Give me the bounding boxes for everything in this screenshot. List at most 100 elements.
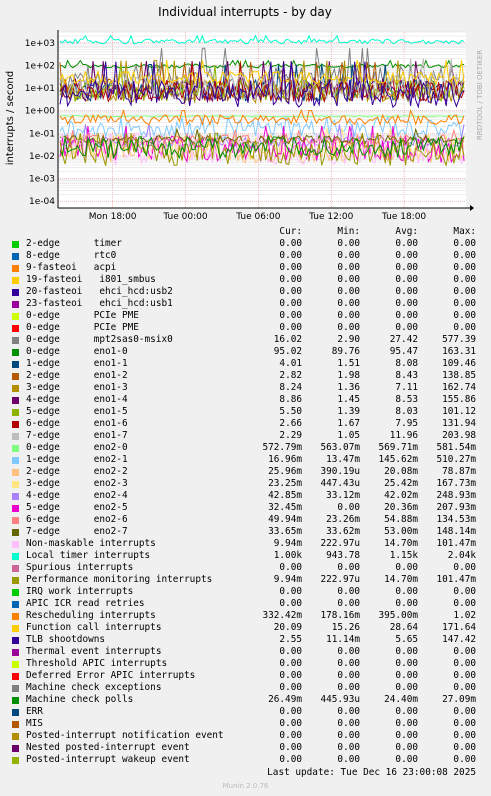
legend-swatch <box>12 336 19 344</box>
legend-swatch <box>12 348 19 356</box>
y-tick-label: 1e-02 <box>29 152 55 162</box>
legend-max: 171.64 <box>442 622 476 633</box>
x-tick-label: Tue 12:00 <box>308 212 353 222</box>
legend-max: 147.42 <box>442 634 476 645</box>
legend-row: 2-edge timer 0.00 0.00 0.00 0.00 <box>12 238 482 250</box>
legend-avg: 0.00 <box>395 586 418 597</box>
legend-swatch <box>12 684 19 692</box>
legend-cur: 49.94m <box>268 514 302 525</box>
legend-cur: 20.09 <box>273 622 302 633</box>
legend-swatch <box>12 444 19 452</box>
legend-max: 0.00 <box>453 682 476 693</box>
legend-swatch <box>12 744 19 752</box>
legend-name: 2-edge timer <box>26 238 122 249</box>
legend-max: 207.93m <box>436 502 476 513</box>
legend-row: 0-edge eno1-0 95.02 89.76 95.47 163.31 <box>12 346 482 358</box>
legend-avg: 0.00 <box>395 598 418 609</box>
legend-avg: 5.65 <box>395 634 418 645</box>
legend-min: 447.43u <box>320 478 360 489</box>
legend-max: 0.00 <box>453 310 476 321</box>
legend-cur: 2.66 <box>279 418 302 429</box>
legend-max: 0.00 <box>453 274 476 285</box>
legend-swatch <box>12 564 19 572</box>
legend-cur: 9.94m <box>273 538 302 549</box>
legend-swatch <box>12 648 19 656</box>
legend-swatch <box>12 456 19 464</box>
legend-cur: 8.24 <box>279 382 302 393</box>
legend-name: 5-edge eno1-5 <box>26 406 128 417</box>
legend-name: 6-edge eno2-6 <box>26 514 128 525</box>
col-cur: Cur: <box>279 226 302 237</box>
legend-avg: 8.43 <box>395 370 418 381</box>
legend-cur: 8.86 <box>279 394 302 405</box>
legend-min: 390.19u <box>320 466 360 477</box>
legend-name: Local timer interrupts <box>26 550 151 561</box>
legend-max: 0.00 <box>453 586 476 597</box>
legend-cur: 0.00 <box>279 598 302 609</box>
legend-min: 11.14m <box>326 634 360 645</box>
legend-row: 0-edge eno2-0 572.79m 563.07m 569.71m 581.54… <box>12 442 482 454</box>
legend-min: 1.45 <box>337 394 360 405</box>
legend-name: 3-edge eno2-3 <box>26 478 128 489</box>
legend-avg: 54.88m <box>384 514 418 525</box>
legend-min: 0.00 <box>337 742 360 753</box>
legend-swatch <box>12 552 19 560</box>
legend-avg: 27.42 <box>389 334 418 345</box>
legend-min: 0.00 <box>337 322 360 333</box>
legend-min: 0.00 <box>337 754 360 765</box>
legend-avg: 14.70m <box>384 574 418 585</box>
x-tick-label: Tue 06:00 <box>235 212 280 222</box>
legend-min: 1.05 <box>337 430 360 441</box>
legend-min: 0.00 <box>337 706 360 717</box>
legend-row: Local timer interrupts 1.00k 943.78 1.15k 2.… <box>12 550 482 562</box>
legend-min: 2.90 <box>337 334 360 345</box>
legend-avg: 53.00m <box>384 526 418 537</box>
legend-min: 13.47m <box>326 454 360 465</box>
legend-cur: 25.96m <box>268 466 302 477</box>
legend-min: 0.00 <box>337 310 360 321</box>
legend-max: 148.14m <box>436 526 476 537</box>
chart-title: Individual interrupts - by day <box>158 5 332 19</box>
legend-row: Non-maskable interrupts 9.94m 222.97u 14.70… <box>12 538 482 550</box>
legend-min: 0.00 <box>337 562 360 573</box>
legend-row: APIC ICR read retries 0.00 0.00 0.00 0.00 <box>12 598 482 610</box>
legend-cur: 0.00 <box>279 706 302 717</box>
legend-avg: 8.53 <box>395 394 418 405</box>
legend-max: 0.00 <box>453 754 476 765</box>
legend-max: 109.46 <box>442 358 476 369</box>
legend-avg: 0.00 <box>395 238 418 249</box>
legend-cur: 0.00 <box>279 298 302 309</box>
legend-cur: 32.45m <box>268 502 302 513</box>
legend-swatch <box>12 264 19 272</box>
legend-row: 9-fasteoi acpi 0.00 0.00 0.00 0.00 <box>12 262 482 274</box>
legend-min: 1.39 <box>337 406 360 417</box>
legend-max: 167.73m <box>436 478 476 489</box>
legend-cur: 0.00 <box>279 742 302 753</box>
legend-name: Machine check exceptions <box>26 682 162 693</box>
legend-cur: 42.85m <box>268 490 302 501</box>
col-avg: Avg: <box>395 226 418 237</box>
legend-avg: 42.02m <box>384 490 418 501</box>
legend-row: IRQ work interrupts 0.00 0.00 0.00 0.00 <box>12 586 482 598</box>
legend-cur: 0.00 <box>279 250 302 261</box>
legend-min: 0.00 <box>337 682 360 693</box>
legend-name: 23-fasteoi ehci_hcd:usb1 <box>26 298 173 309</box>
legend-avg: 20.08m <box>384 466 418 477</box>
legend-min: 178.16m <box>320 610 360 621</box>
legend-row: Machine check polls 26.49m 445.93u 24.40m 27… <box>12 694 482 706</box>
legend-name: 0-edge PCIe PME <box>26 310 139 321</box>
legend-row: 6-edge eno2-6 49.94m 23.26m 54.88m 134.53m <box>12 514 482 526</box>
legend-min: 1.36 <box>337 382 360 393</box>
legend-name: 1-edge eno2-1 <box>26 454 128 465</box>
legend-min: 222.97u <box>320 574 360 585</box>
legend-max: 248.93m <box>436 490 476 501</box>
legend-min: 1.98 <box>337 370 360 381</box>
legend-swatch <box>12 372 19 380</box>
legend-row: 4-edge eno1-4 8.86 1.45 8.53 155.86 <box>12 394 482 406</box>
legend-max: 0.00 <box>453 706 476 717</box>
legend-min: 0.00 <box>337 718 360 729</box>
legend-avg: 28.64 <box>389 622 418 633</box>
legend-header: Cur: Min: Avg: Max: <box>12 226 482 238</box>
legend-swatch <box>12 600 19 608</box>
legend-min: 0.00 <box>337 730 360 741</box>
